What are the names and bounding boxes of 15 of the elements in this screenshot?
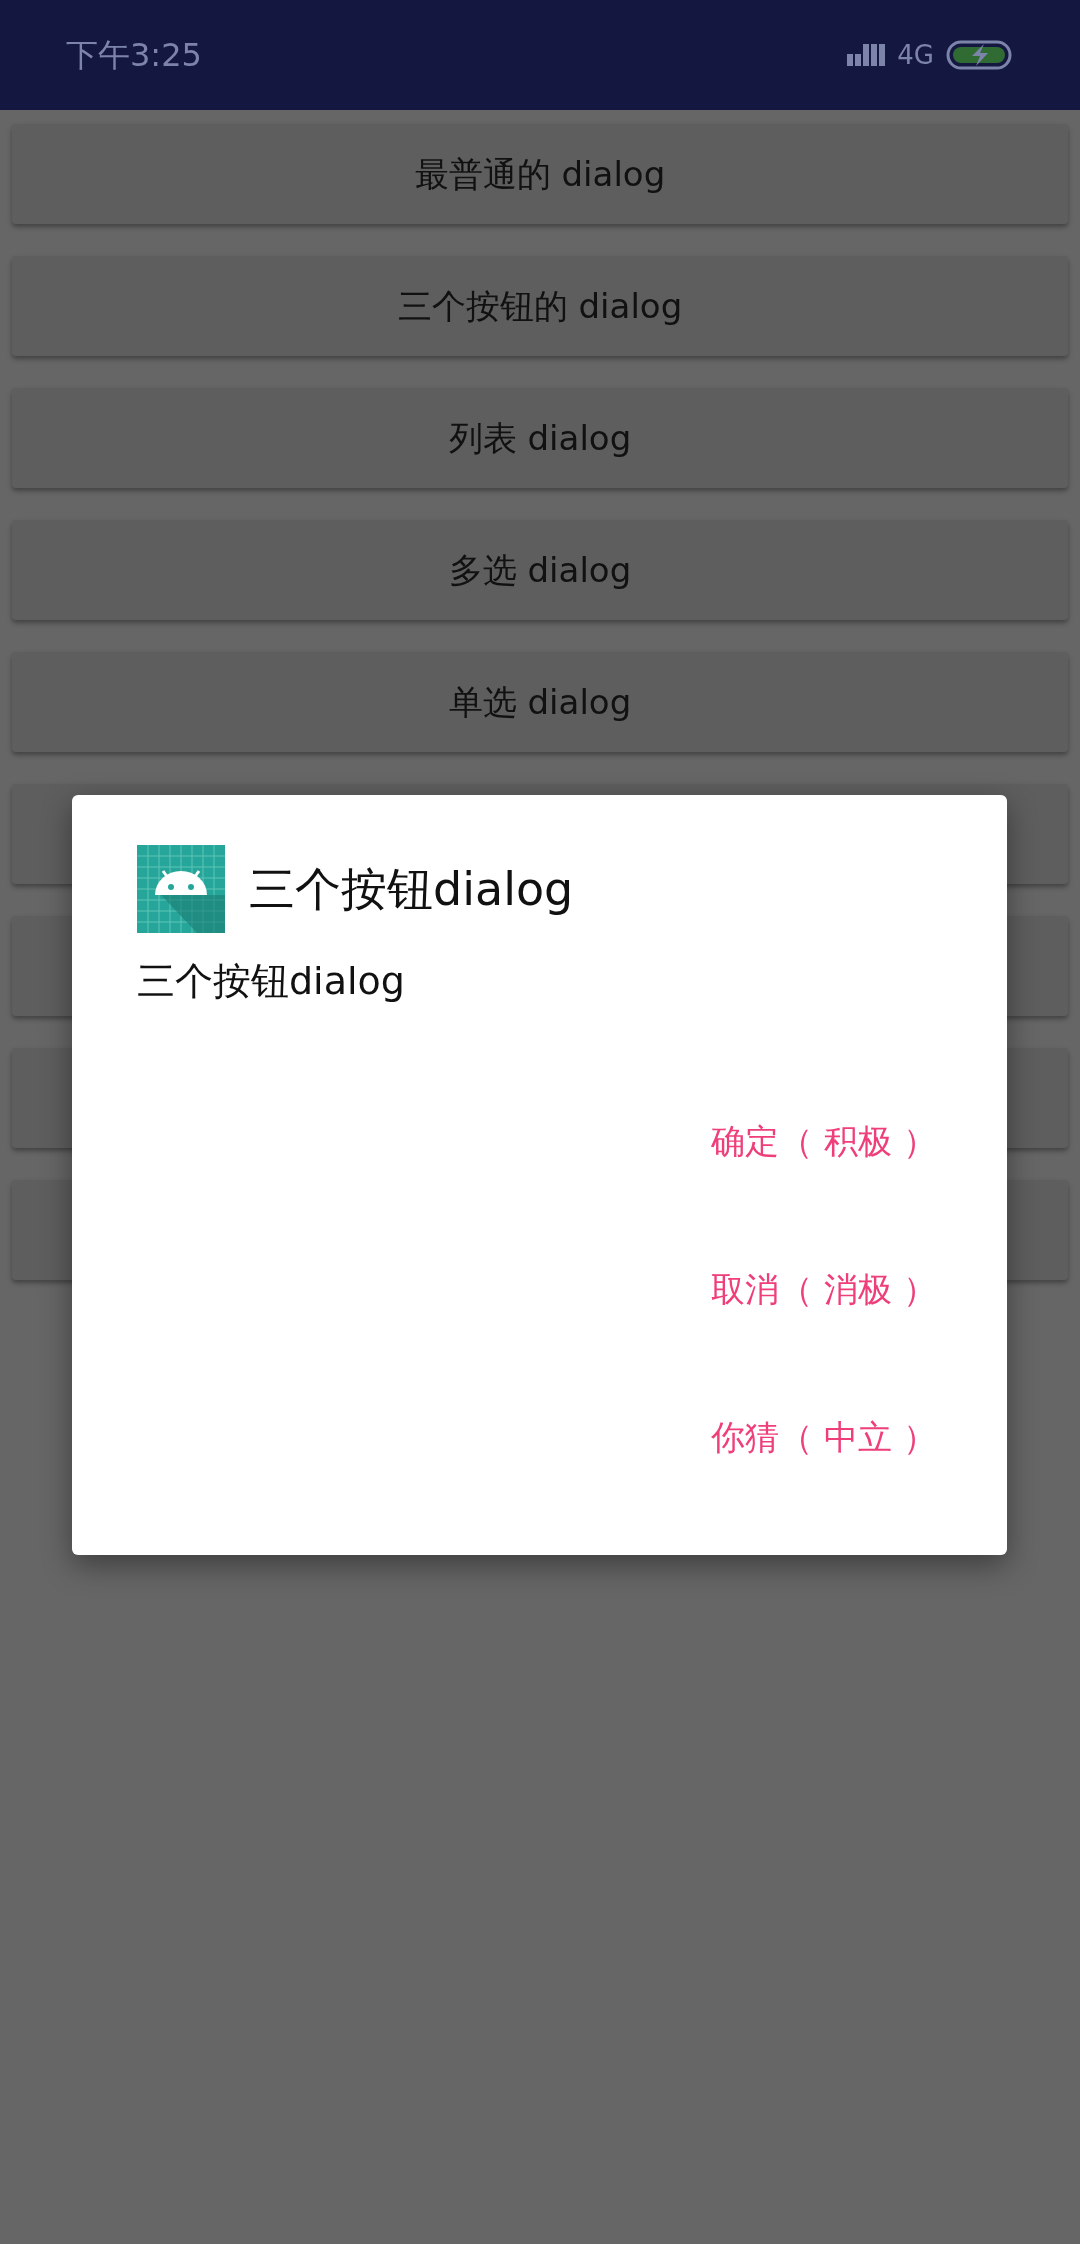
dialog-action-button[interactable]: 取消（ 消极 ） [691,1218,957,1360]
signal-icon [847,42,886,68]
dialog-action-button[interactable]: 你猜（ 中立 ） [691,1366,957,1508]
dialog-button[interactable]: 单选 dialog [12,652,1068,752]
dialog-title: 三个按钮dialog [249,860,574,918]
clock: 下午3:25 [66,35,202,76]
dialog-message: 三个按钮dialog [136,958,405,1005]
network-label: 4G [897,38,934,72]
dialog-button[interactable]: 多选 dialog [12,520,1068,620]
dialog-button[interactable]: 三个按钮的 dialog [12,256,1068,356]
dialog-button[interactable]: 最普通的 dialog [12,124,1068,224]
android-app-icon [137,845,225,933]
dialog-action-button[interactable]: 确定（ 积极 ） [691,1070,957,1212]
dialog-button[interactable]: 列表 dialog [12,388,1068,488]
battery-icon [946,40,1014,70]
